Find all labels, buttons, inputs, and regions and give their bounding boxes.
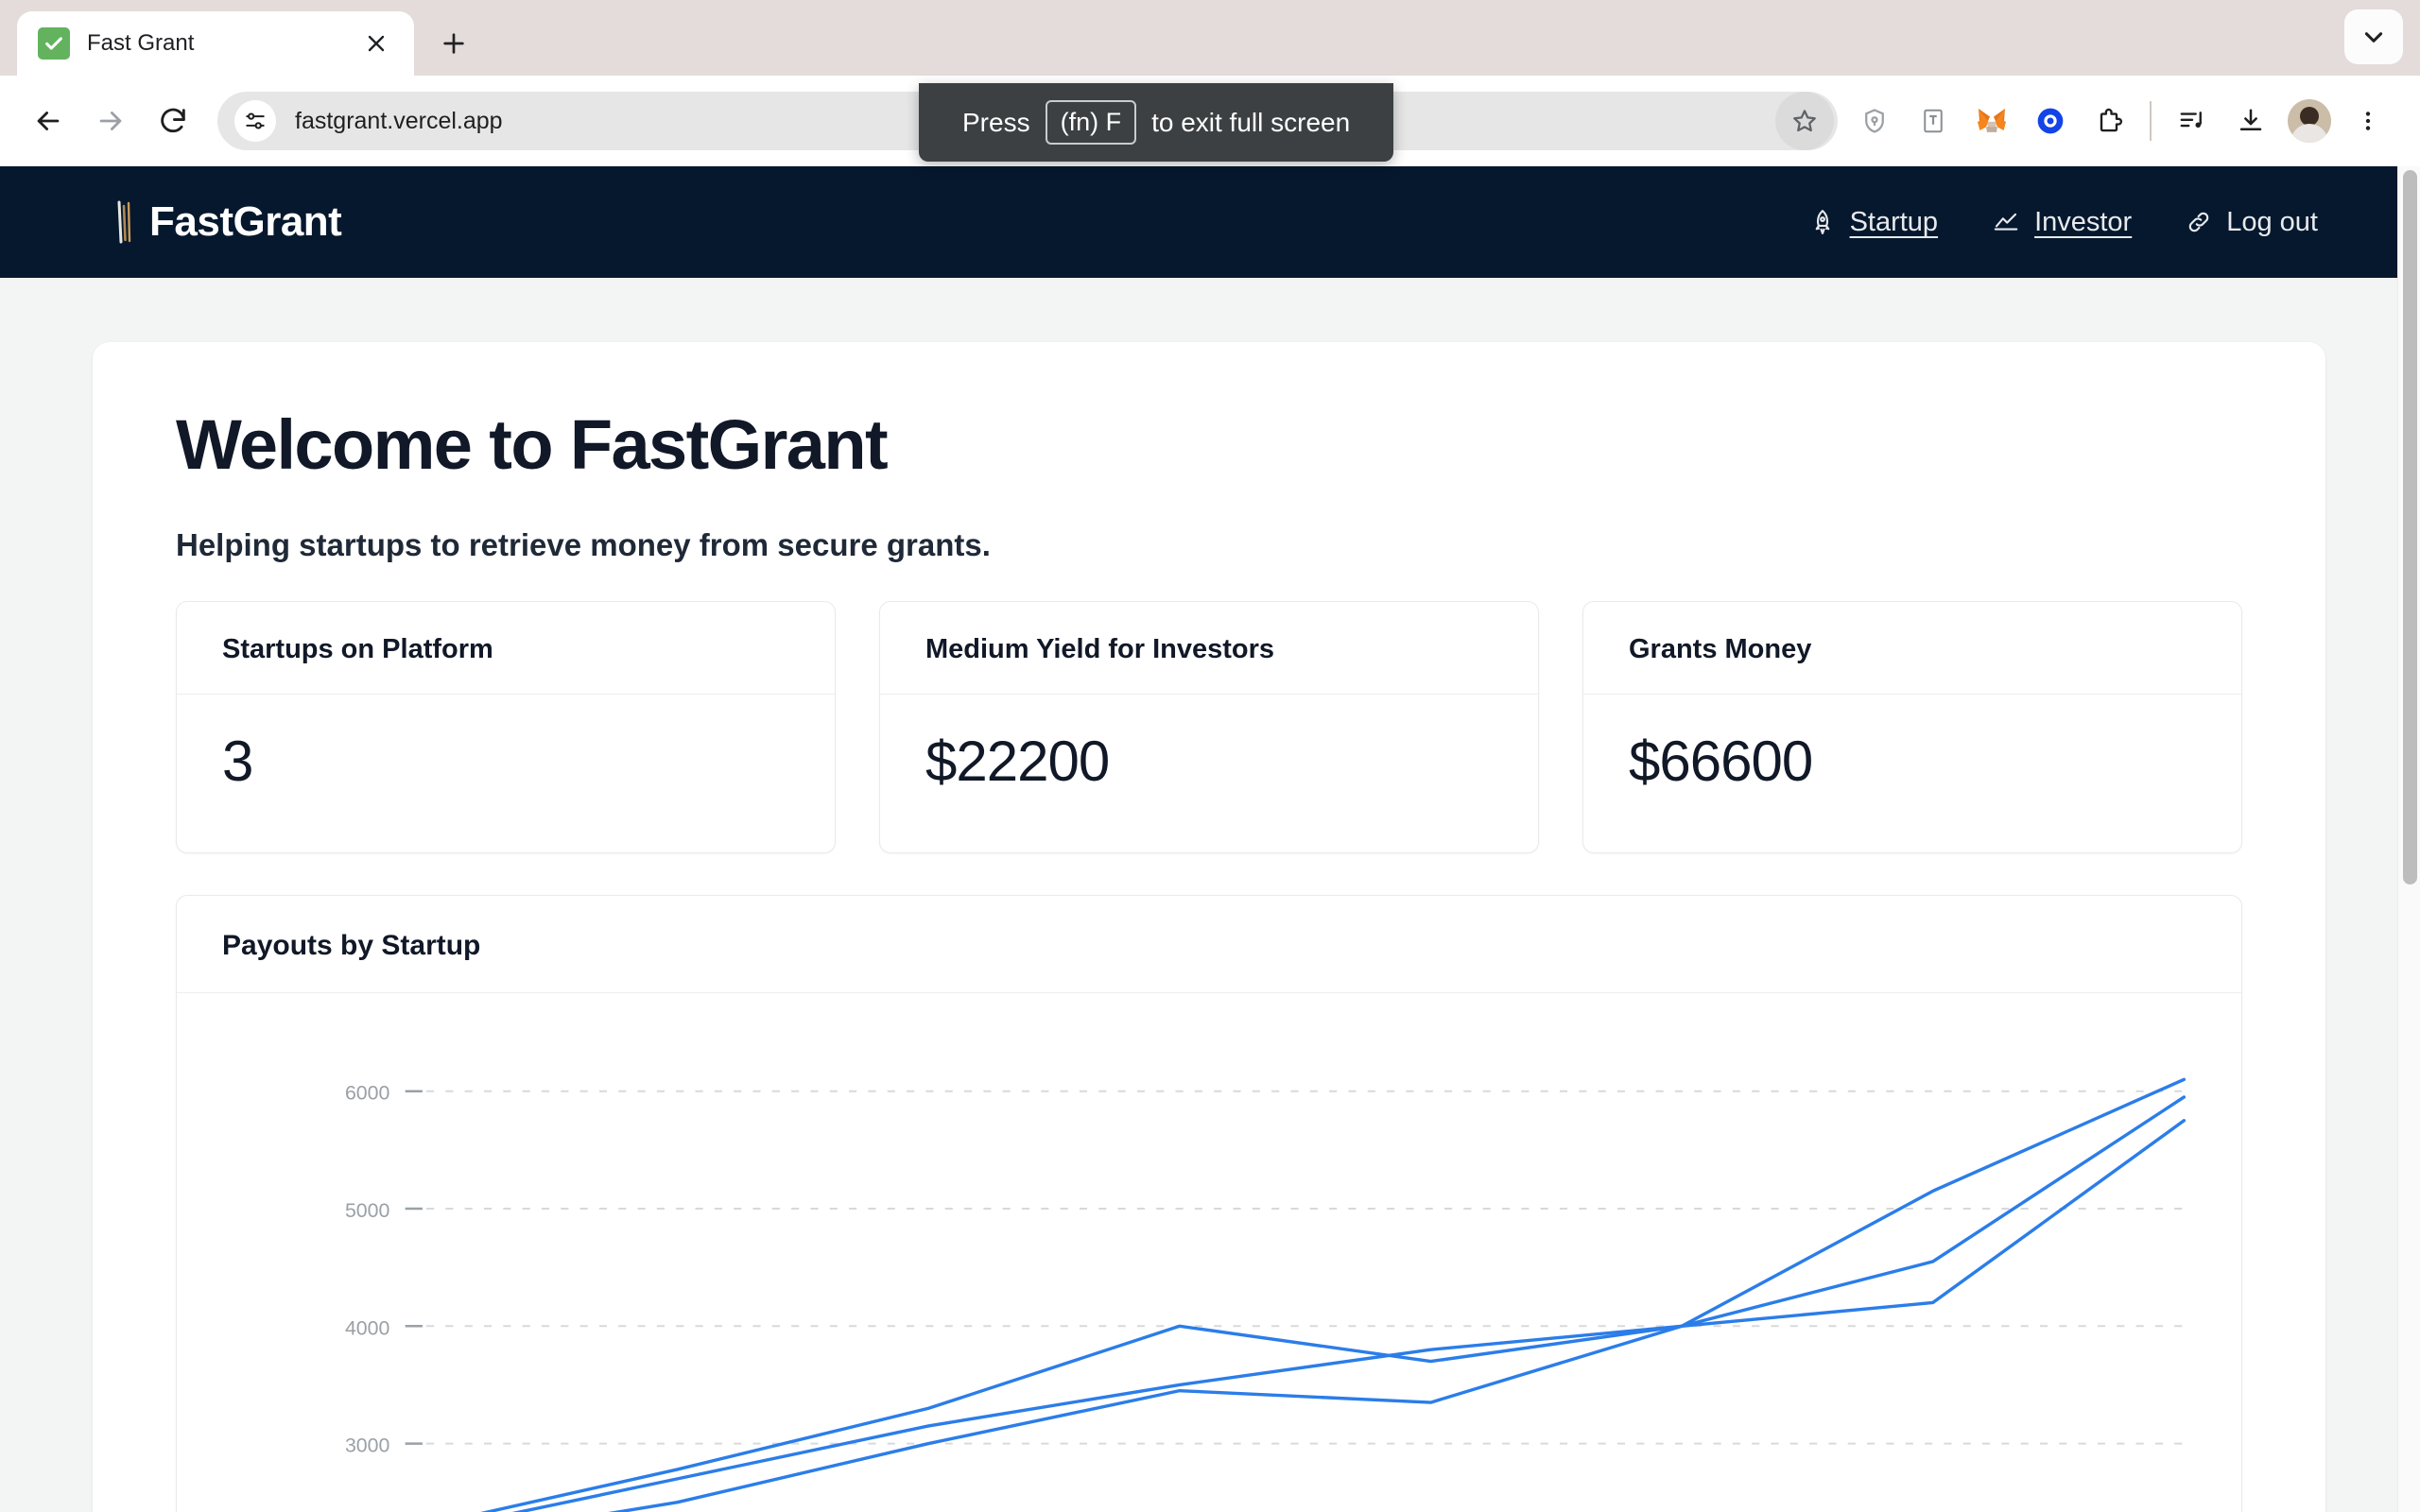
target-circle-icon[interactable] bbox=[2023, 94, 2078, 148]
stats-row: Startups on Platform 3 Medium Yield for … bbox=[176, 600, 2242, 853]
page-scrollbar[interactable] bbox=[2397, 166, 2420, 1512]
y-axis-tick-label: 5000 bbox=[345, 1200, 389, 1222]
nav-item-logout[interactable]: Log out bbox=[2185, 205, 2318, 239]
translate-icon[interactable] bbox=[1906, 94, 1961, 148]
chart-body: 3000 4000 5000 6000 bbox=[177, 993, 2241, 1512]
stat-card-startups: Startups on Platform 3 bbox=[176, 600, 836, 853]
y-axis-tick-label: 6000 bbox=[345, 1083, 389, 1105]
grain-mark-icon bbox=[117, 200, 131, 244]
new-tab-button[interactable] bbox=[427, 17, 480, 70]
stat-value: 3 bbox=[222, 729, 253, 793]
chart-series-line[interactable] bbox=[426, 1077, 2187, 1512]
stat-value: $66600 bbox=[1629, 729, 1813, 793]
extension-icons bbox=[1847, 94, 2395, 148]
stat-label: Grants Money bbox=[1583, 602, 2241, 695]
avatar[interactable] bbox=[2282, 94, 2337, 148]
y-axis-tick-label: 4000 bbox=[345, 1317, 389, 1339]
nav-item-label: Log out bbox=[2226, 206, 2318, 237]
stat-value: $22200 bbox=[925, 729, 1110, 793]
nav-item-investor[interactable]: Investor bbox=[1991, 205, 2132, 239]
site-navbar: FastGrant Startup Investor Log out bbox=[0, 166, 2420, 278]
star-icon[interactable] bbox=[1775, 92, 1834, 150]
green-check-favicon bbox=[38, 27, 70, 60]
main-content-card: Welcome to FastGrant Helping startups to… bbox=[93, 342, 2325, 1512]
reload-icon[interactable] bbox=[142, 90, 204, 152]
toolbar-divider bbox=[2150, 101, 2152, 141]
nav-item-label: Startup bbox=[1849, 206, 1939, 237]
scrollbar-thumb[interactable] bbox=[2403, 170, 2417, 885]
stat-label: Medium Yield for Investors bbox=[880, 602, 1538, 695]
close-icon[interactable] bbox=[357, 25, 395, 62]
page-subtitle: Helping startups to retrieve money from … bbox=[176, 526, 991, 562]
browser-window: Fast Grant fastgrant.vercel.app Press (f… bbox=[0, 0, 2420, 1512]
media-controls-icon[interactable] bbox=[2165, 94, 2220, 148]
extensions-puzzle-icon[interactable] bbox=[2082, 94, 2136, 148]
payouts-line-chart[interactable]: 3000 4000 5000 6000 bbox=[186, 1018, 2222, 1512]
downloads-icon[interactable] bbox=[2223, 94, 2278, 148]
payouts-chart-card: Payouts by Startup 3000 4000 5000 6000 bbox=[176, 894, 2242, 1512]
brand-name: FastGrant bbox=[149, 198, 342, 245]
toast-suffix: to exit full screen bbox=[1151, 107, 1351, 137]
brand-logo[interactable]: FastGrant bbox=[115, 198, 342, 246]
tab-strip: Fast Grant bbox=[0, 0, 2420, 76]
stat-card-yield: Medium Yield for Investors $22200 bbox=[879, 600, 1539, 853]
chevron-down-icon[interactable] bbox=[2344, 9, 2403, 64]
stat-label: Startups on Platform bbox=[177, 602, 835, 695]
back-arrow-icon[interactable] bbox=[17, 90, 79, 152]
stat-card-grants: Grants Money $66600 bbox=[1582, 600, 2242, 853]
site-settings-icon[interactable] bbox=[234, 100, 276, 142]
toast-key: (fn) F bbox=[1045, 100, 1137, 145]
three-dot-menu-icon[interactable] bbox=[2341, 94, 2395, 148]
password-manager-icon[interactable] bbox=[1847, 94, 1902, 148]
line-chart-icon bbox=[1994, 213, 2018, 231]
rocket-icon bbox=[1815, 210, 1829, 234]
y-axis-tick-label: 3000 bbox=[345, 1435, 389, 1456]
chart-series-line[interactable] bbox=[426, 1118, 2187, 1512]
nav-links: Startup Investor Log out bbox=[1808, 205, 2318, 239]
fullscreen-exit-toast: Press (fn) F to exit full screen bbox=[919, 83, 1394, 162]
nav-item-startup[interactable]: Startup bbox=[1808, 205, 1939, 239]
browser-tab[interactable]: Fast Grant bbox=[17, 11, 414, 76]
forward-arrow-icon[interactable] bbox=[79, 90, 142, 152]
page-title: Welcome to FastGrant bbox=[176, 405, 889, 484]
metamask-icon[interactable] bbox=[1964, 94, 2019, 148]
chart-title: Payouts by Startup bbox=[177, 896, 2241, 993]
nav-item-label: Investor bbox=[2034, 206, 2133, 237]
tab-title: Fast Grant bbox=[87, 30, 195, 56]
page-viewport: FastGrant Startup Investor Log out Welco… bbox=[0, 166, 2420, 1512]
toast-prefix: Press bbox=[962, 107, 1030, 137]
link-chain-icon bbox=[2188, 212, 2209, 232]
